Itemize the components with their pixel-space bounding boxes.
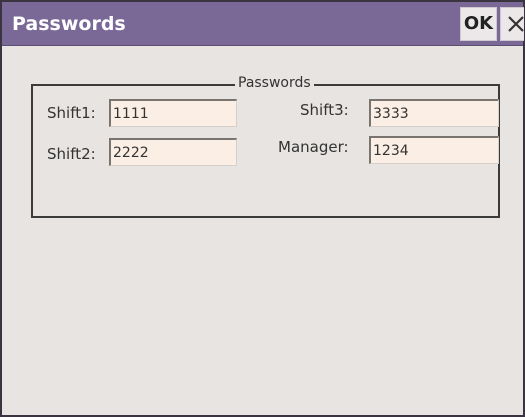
shift1-field[interactable]	[109, 99, 237, 127]
shift2-field[interactable]	[109, 138, 237, 166]
shift3-field[interactable]	[369, 99, 499, 127]
shift1-label: Shift1:	[47, 104, 96, 122]
manager-label: Manager:	[278, 138, 349, 156]
title-bar: Passwords OK	[2, 2, 524, 46]
window-title: Passwords	[12, 13, 126, 35]
passwords-group: Passwords Shift1: Shift3: Shift2: Manage…	[31, 75, 500, 218]
group-legend: Passwords	[235, 75, 314, 91]
ok-button[interactable]: OK	[460, 7, 497, 41]
manager-field[interactable]	[369, 136, 499, 164]
close-icon	[508, 16, 524, 32]
close-button[interactable]	[500, 7, 524, 41]
shift2-label: Shift2:	[47, 145, 96, 163]
passwords-dialog: Passwords OK Passwords Shift1: Shift3: S…	[0, 0, 525, 417]
shift3-label: Shift3:	[300, 101, 349, 119]
